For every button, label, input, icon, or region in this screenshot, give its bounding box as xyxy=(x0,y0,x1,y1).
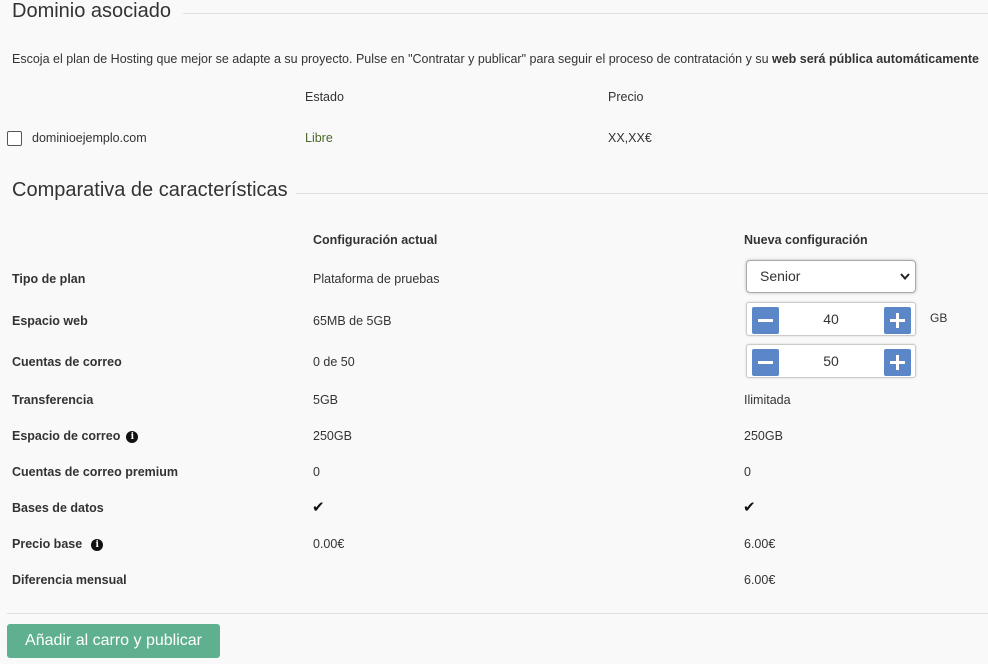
add-to-cart-publish-button[interactable]: Añadir al carro y publicar xyxy=(7,624,220,658)
row-label-transfer: Transferencia xyxy=(12,393,94,407)
row-label-web-space: Espacio web xyxy=(12,314,88,328)
current-transfer: 5GB xyxy=(313,393,339,407)
row-label-mail-space-text: Espacio de correo xyxy=(12,429,121,443)
plus-icon xyxy=(896,313,899,328)
comparison-section-rule xyxy=(296,193,988,194)
current-plan-type: Plataforma de pruebas xyxy=(313,272,440,286)
row-label-premium-mail: Cuentas de correo premium xyxy=(12,465,179,479)
current-mail-space: 250GB xyxy=(313,429,352,443)
new-monthly-diff: 6.00€ xyxy=(744,573,776,587)
domain-status: Libre xyxy=(305,131,333,145)
info-icon[interactable]: i xyxy=(126,431,139,443)
row-label-databases: Bases de datos xyxy=(12,501,104,515)
intro-text: Escoja el plan de Hosting que mejor se a… xyxy=(12,52,979,66)
intro-text-plain: Escoja el plan de Hosting que mejor se a… xyxy=(12,52,772,66)
check-icon: ✔ xyxy=(743,499,756,516)
row-label-base-price-text: Precio base xyxy=(12,537,83,551)
row-label-mail-accounts: Cuentas de correo xyxy=(12,355,122,369)
current-mail-accounts: 0 de 50 xyxy=(313,355,355,369)
col-status-header: Estado xyxy=(305,90,344,104)
row-label-base-price: Precio base i xyxy=(12,537,104,551)
mail-accounts-stepper[interactable]: 50 xyxy=(746,344,916,378)
row-label-monthly-diff: Diferencia mensual xyxy=(12,573,127,587)
mail-accounts-decrement-button[interactable] xyxy=(752,349,779,376)
plan-type-select-value: Senior xyxy=(760,268,801,284)
domain-section-rule xyxy=(183,13,988,14)
check-icon: ✔ xyxy=(312,499,325,516)
plus-icon xyxy=(896,355,899,370)
info-icon[interactable]: i xyxy=(91,539,104,551)
new-base-price: 6.00€ xyxy=(744,537,776,551)
web-space-unit: GB xyxy=(930,311,948,325)
minus-icon xyxy=(758,319,773,322)
col-current-header: Configuración actual xyxy=(313,233,438,247)
col-price-header: Precio xyxy=(608,90,644,104)
chevron-down-icon xyxy=(899,261,911,305)
intro-text-bold: web será pública automáticamente xyxy=(772,52,980,66)
current-premium-mail: 0 xyxy=(313,465,320,479)
web-space-decrement-button[interactable] xyxy=(752,307,779,334)
web-space-stepper[interactable]: 40 xyxy=(746,302,916,336)
minus-icon xyxy=(758,361,773,364)
new-premium-mail: 0 xyxy=(744,465,751,479)
col-new-header: Nueva configuración xyxy=(744,233,868,247)
comparison-section-title: Comparativa de características xyxy=(12,179,288,201)
new-mail-space: 250GB xyxy=(744,429,783,443)
plan-type-select[interactable]: Senior xyxy=(746,260,916,293)
mail-accounts-increment-button[interactable] xyxy=(884,349,911,376)
domain-name: dominioejemplo.com xyxy=(32,131,147,145)
domain-checkbox[interactable] xyxy=(7,131,22,146)
web-space-increment-button[interactable] xyxy=(884,307,911,334)
domain-price: XX,XX€ xyxy=(608,131,652,145)
row-label-mail-space: Espacio de correo i xyxy=(12,429,139,443)
row-label-plan-type: Tipo de plan xyxy=(12,272,86,286)
domain-section-title: Dominio asociado xyxy=(12,0,171,22)
current-web-space: 65MB de 5GB xyxy=(313,314,392,328)
current-base-price: 0.00€ xyxy=(313,537,345,551)
mail-accounts-value[interactable]: 50 xyxy=(783,345,879,377)
new-transfer: Ilimitada xyxy=(744,393,791,407)
footer-divider xyxy=(7,613,988,614)
web-space-value[interactable]: 40 xyxy=(783,303,879,335)
